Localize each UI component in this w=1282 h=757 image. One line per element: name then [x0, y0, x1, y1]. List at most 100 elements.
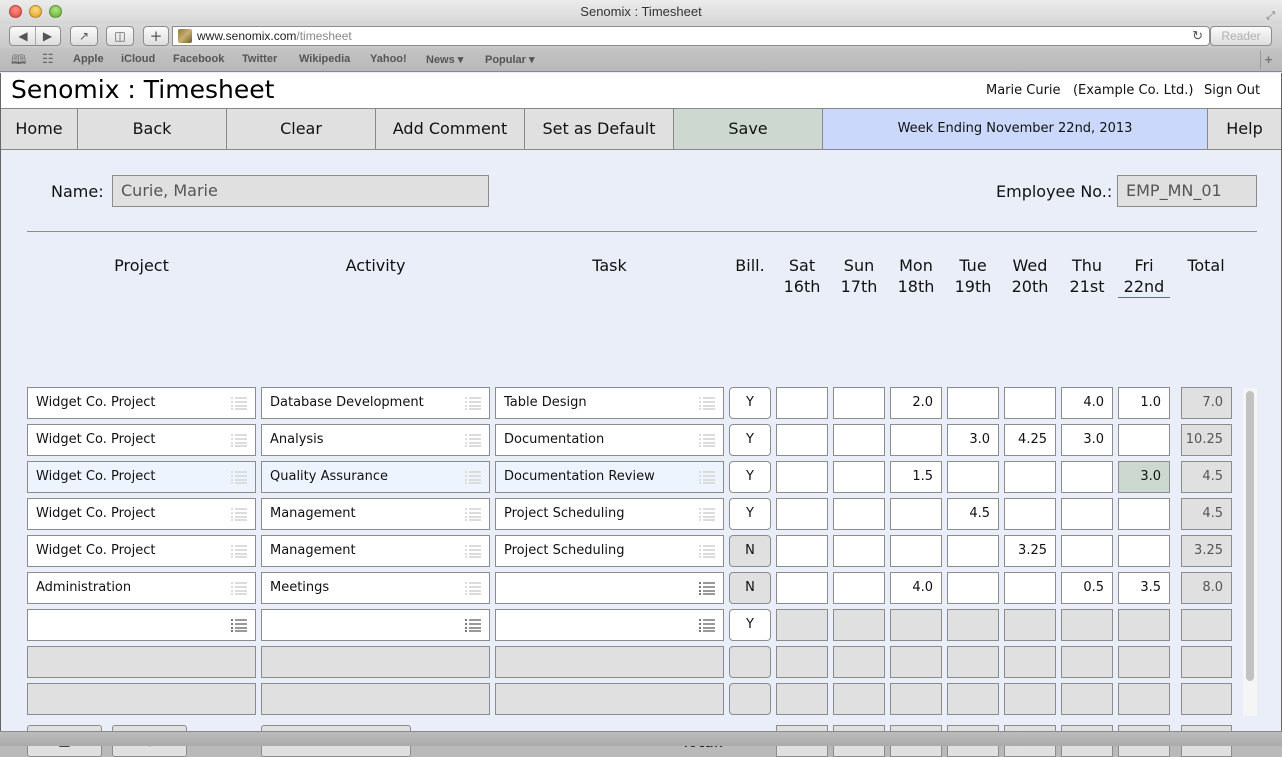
- hours-input[interactable]: [947, 461, 999, 493]
- bookmark-news-menu[interactable]: News ▾: [426, 53, 463, 66]
- billable-toggle[interactable]: Y: [729, 461, 771, 493]
- hours-input[interactable]: [776, 572, 828, 604]
- bookmark-apple[interactable]: Apple: [73, 53, 104, 65]
- new-tab-corner-button[interactable]: +: [1260, 51, 1276, 69]
- sidebar-toggle-button[interactable]: ◫: [106, 26, 134, 46]
- hours-input[interactable]: 3.0: [1061, 424, 1113, 456]
- list-picker-icon[interactable]: [231, 507, 247, 521]
- close-window-button[interactable]: [9, 5, 22, 18]
- hours-input[interactable]: 3.0: [947, 424, 999, 456]
- project-field[interactable]: Widget Co. Project: [27, 424, 256, 456]
- share-button[interactable]: ↗: [70, 26, 98, 46]
- hours-input[interactable]: 1.0: [1118, 387, 1170, 419]
- hours-input[interactable]: 2.0: [890, 387, 942, 419]
- hours-input[interactable]: [833, 387, 885, 419]
- project-field[interactable]: Widget Co. Project: [27, 387, 256, 419]
- hours-input[interactable]: 4.5: [947, 498, 999, 530]
- task-field[interactable]: Table Design: [495, 387, 724, 419]
- hours-input[interactable]: [776, 498, 828, 530]
- back-button[interactable]: Back: [78, 109, 227, 149]
- hours-input[interactable]: 4.0: [890, 572, 942, 604]
- help-button[interactable]: Help: [1208, 109, 1281, 149]
- billable-toggle[interactable]: Y: [729, 424, 771, 456]
- hours-input[interactable]: [833, 535, 885, 567]
- rows-scrollbar[interactable]: [1243, 388, 1257, 716]
- hours-input[interactable]: [1118, 498, 1170, 530]
- hours-input[interactable]: [890, 424, 942, 456]
- hours-input[interactable]: [1004, 572, 1056, 604]
- list-picker-icon[interactable]: [231, 396, 247, 410]
- hours-input[interactable]: [1061, 461, 1113, 493]
- bookmarks-book-icon[interactable]: 🕮: [11, 51, 26, 73]
- bookmark-facebook[interactable]: Facebook: [173, 53, 224, 65]
- list-picker-icon[interactable]: [699, 433, 715, 447]
- week-ending-selector[interactable]: Week Ending November 22nd, 2013: [823, 109, 1208, 149]
- activity-field[interactable]: Quality Assurance: [261, 461, 490, 493]
- hours-input[interactable]: [776, 387, 828, 419]
- hours-input[interactable]: [833, 572, 885, 604]
- zoom-window-button[interactable]: [49, 5, 62, 18]
- reader-button[interactable]: Reader: [1210, 26, 1272, 46]
- list-picker-icon[interactable]: [465, 618, 481, 632]
- hours-input[interactable]: [833, 424, 885, 456]
- hours-input[interactable]: 3.25: [1004, 535, 1056, 567]
- activity-field[interactable]: Meetings: [261, 572, 490, 604]
- list-picker-icon[interactable]: [465, 470, 481, 484]
- list-picker-icon[interactable]: [231, 581, 247, 595]
- activity-field[interactable]: Database Development: [261, 387, 490, 419]
- project-field[interactable]: Administration: [27, 572, 256, 604]
- hours-input[interactable]: [1118, 424, 1170, 456]
- activity-field[interactable]: Analysis: [261, 424, 490, 456]
- list-picker-icon[interactable]: [231, 544, 247, 558]
- hours-input[interactable]: [1061, 535, 1113, 567]
- project-field[interactable]: Widget Co. Project: [27, 498, 256, 530]
- hours-input[interactable]: [947, 572, 999, 604]
- hours-input[interactable]: 4.25: [1004, 424, 1056, 456]
- project-field[interactable]: Widget Co. Project: [27, 461, 256, 493]
- billable-toggle[interactable]: N: [729, 535, 771, 567]
- list-picker-icon[interactable]: [699, 581, 715, 595]
- project-field[interactable]: [27, 609, 256, 641]
- list-picker-icon[interactable]: [231, 470, 247, 484]
- hours-input[interactable]: [776, 535, 828, 567]
- minimize-window-button[interactable]: [29, 5, 42, 18]
- bookmark-wikipedia[interactable]: Wikipedia: [299, 53, 350, 65]
- task-field[interactable]: Project Scheduling: [495, 498, 724, 530]
- hours-input[interactable]: [1061, 498, 1113, 530]
- add-comment-button[interactable]: Add Comment: [376, 109, 525, 149]
- list-picker-icon[interactable]: [699, 544, 715, 558]
- task-field[interactable]: Project Scheduling: [495, 535, 724, 567]
- task-field[interactable]: Documentation: [495, 424, 724, 456]
- list-picker-icon[interactable]: [699, 470, 715, 484]
- sign-out-link[interactable]: Sign Out: [1204, 83, 1260, 98]
- hours-input[interactable]: [776, 461, 828, 493]
- billable-toggle[interactable]: Y: [729, 498, 771, 530]
- list-picker-icon[interactable]: [231, 618, 247, 632]
- list-picker-icon[interactable]: [465, 433, 481, 447]
- clear-button[interactable]: Clear: [227, 109, 376, 149]
- hours-input[interactable]: [947, 535, 999, 567]
- list-picker-icon[interactable]: [699, 396, 715, 410]
- new-tab-button[interactable]: +: [143, 26, 169, 46]
- bookmark-popular-menu[interactable]: Popular ▾: [485, 53, 535, 66]
- list-picker-icon[interactable]: [699, 618, 715, 632]
- set-as-default-button[interactable]: Set as Default: [525, 109, 674, 149]
- reload-icon[interactable]: ↻: [1192, 27, 1203, 45]
- list-picker-icon[interactable]: [465, 396, 481, 410]
- hours-input[interactable]: [833, 498, 885, 530]
- project-field[interactable]: Widget Co. Project: [27, 535, 256, 567]
- home-button[interactable]: Home: [1, 109, 78, 149]
- hours-input[interactable]: [833, 461, 885, 493]
- activity-field[interactable]: [261, 609, 490, 641]
- hours-input[interactable]: 3.0: [1118, 461, 1170, 493]
- list-picker-icon[interactable]: [465, 544, 481, 558]
- hours-input[interactable]: 1.5: [890, 461, 942, 493]
- activity-field[interactable]: Management: [261, 535, 490, 567]
- browser-forward-icon[interactable]: ▶: [35, 27, 59, 45]
- hours-input[interactable]: [1004, 461, 1056, 493]
- save-button[interactable]: Save: [674, 109, 823, 149]
- browser-back-icon[interactable]: ◀: [11, 27, 35, 45]
- task-field[interactable]: [495, 572, 724, 604]
- hours-input[interactable]: [1118, 535, 1170, 567]
- list-picker-icon[interactable]: [231, 433, 247, 447]
